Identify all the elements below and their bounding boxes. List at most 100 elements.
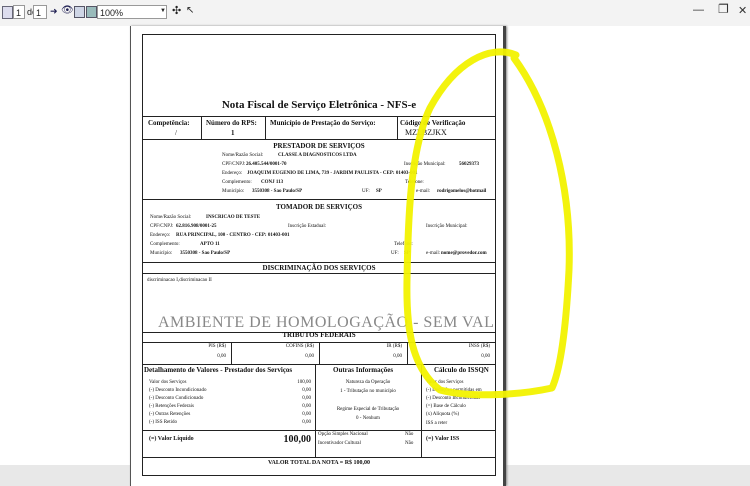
municipio-prestacao-label: Município de Prestação do Serviço: <box>270 119 376 127</box>
prestador-uf-label: UF: <box>362 189 370 194</box>
regime-value: 0 - Nenhum <box>356 416 380 421</box>
detalhamento-row-label: Valor dos Serviços <box>149 380 187 385</box>
tomador-cnpj: 62.816.908/0001-25 <box>176 224 217 229</box>
regime-label: Regime Especial de Tributação <box>336 407 400 412</box>
cofins-label: COFINS (R$) <box>285 344 314 349</box>
issqn-heading: Cálculo do ISSQN <box>434 366 489 374</box>
close-icon[interactable]: ✕ <box>738 4 747 17</box>
pan-tool-icon[interactable]: ✣ <box>172 4 181 18</box>
issqn-row: (x) Alíquota (%) <box>426 412 460 417</box>
select-tool-icon[interactable]: ↖ <box>186 5 194 19</box>
detalhamento-row-label: (-) ISS Retido <box>149 420 178 425</box>
discriminacao-heading: DISCRIMINAÇÃO DOS SERVIÇOS <box>262 264 376 272</box>
simples-label: Opção Simples Nacional <box>318 432 368 437</box>
incentivador-label: Incentivador Cultural <box>318 441 361 446</box>
incentivador-value: Não <box>405 441 414 446</box>
codigo-verificacao-label: Código de Verificação <box>400 119 466 127</box>
prestador-email: rodrigomelos@hotmail <box>437 189 487 194</box>
tomador-municipio: 3550308 - Sao Paulo/SP <box>180 251 231 256</box>
prestador-endereco: JOAQUIM EUGENIO DE LIMA, 739 - JARDIM PA… <box>247 171 418 176</box>
issqn-row: (=) Base de Cálculo <box>426 404 466 409</box>
prestador-municipio-label: Município: <box>222 189 245 194</box>
prestador-nome: CLASSE A DIAGNOSTICOS LTDA <box>278 153 357 158</box>
detalhamento-row-label: (-) Desconto Incondicionado <box>149 388 207 393</box>
valor-liquido-value: 100,00 <box>283 434 312 445</box>
competencia-label: Competência: <box>148 119 190 127</box>
issqn-row: (-) Deduções permitidas em <box>426 388 482 393</box>
save-icon[interactable] <box>86 6 97 18</box>
tomador-heading: TOMADOR DE SERVIÇOS <box>276 203 362 211</box>
page-number-input[interactable]: 1 <box>13 5 25 19</box>
minimize-icon[interactable]: — <box>693 4 704 16</box>
tomador-nome: INSCRICAO DE TESTE <box>206 215 261 220</box>
detalhamento-row-label: (-) Retenções Federais <box>149 404 194 409</box>
zoom-dropdown-icon[interactable]: ▼ <box>160 8 166 22</box>
competencia-value: / <box>175 129 177 137</box>
tomador-email: nome@provedor.com <box>441 251 487 256</box>
tomador-endereco-label: Endereço: <box>150 233 171 238</box>
tomador-email-label: e-mail: <box>426 251 441 256</box>
tomador-im-label: Inscrição Municipal: <box>426 224 468 229</box>
prestador-cnpj: 26.405.544/0001-70 <box>246 162 287 167</box>
prestador-endereco-label: Endereço: <box>222 171 243 176</box>
pis-value: 0,00 <box>217 354 226 359</box>
prestador-uf: SP <box>376 189 382 194</box>
prestador-complemento: CONJ 113 <box>261 180 284 185</box>
detalhamento-row-value: 0,00 <box>302 404 311 409</box>
tomador-telefone-label: Telefone: <box>394 242 413 247</box>
tomador-complemento: APTO 11 <box>200 242 220 247</box>
detalhamento-row-label: (-) Desconto Condicionado <box>149 396 204 401</box>
tributos-heading: TRIBUTOS FEDERAIS <box>282 331 356 339</box>
rps-label: Número do RPS: <box>206 119 257 127</box>
tomador-municipio-label: Município: <box>150 251 173 256</box>
codigo-verificacao-value: MZLBZJKX <box>405 128 447 137</box>
prestador-complemento-label: Complemento: <box>222 180 252 185</box>
valor-liquido-label: (=) Valor Líquido <box>149 436 194 442</box>
zoom-select[interactable]: 100% <box>97 5 167 19</box>
detalhamento-row-value: 0,00 <box>302 388 311 393</box>
detalhamento-heading: Detalhamento de Valores - Prestador dos … <box>144 366 293 374</box>
tomador-endereco: RUA PRINCIPAL, 100 - CENTRO - CEP: 01403… <box>176 233 290 238</box>
tomador-cnpj-label: CPF/CNPJ: <box>150 224 174 229</box>
detalhamento-row-value: 0,00 <box>302 412 311 417</box>
detalhamento-row-value: 0,00 <box>302 420 311 425</box>
cofins-value: 0,00 <box>305 354 314 359</box>
natureza-label: Natureza da Operação <box>345 380 391 385</box>
pis-label: PIS (R$) <box>208 344 226 349</box>
restore-icon[interactable]: ❐ <box>718 2 729 16</box>
outras-heading: Outras Informações <box>333 366 394 374</box>
prestador-cnpj-label: CPF/CNPJ: <box>222 162 246 167</box>
pdf-page: Nota Fiscal de Serviço Eletrônica - NFS-… <box>130 26 506 486</box>
simples-value: Não <box>405 432 414 437</box>
tomador-nome-label: Nome/Razão Social: <box>150 215 192 220</box>
nfse-document: Nota Fiscal de Serviço Eletrônica - NFS-… <box>142 34 496 476</box>
valor-total-label: VALOR TOTAL DA NOTA = R$ 100,00 <box>267 460 371 466</box>
issqn-row: Valor dos Serviços <box>426 380 464 385</box>
page-icon <box>2 6 13 19</box>
page-total-field: 1 <box>33 5 47 19</box>
rps-value: 1 <box>231 129 235 137</box>
prestador-municipio: 3550308 - Sao Paulo/SP <box>252 189 303 194</box>
valor-iss-label: (=) Valor ISS <box>426 436 460 442</box>
tomador-complemento-label: Complemento: <box>150 242 180 247</box>
prestador-nome-label: Nome/Razão Social: <box>222 153 264 158</box>
discriminacao-text: discriminacao I,discriminacao II <box>147 278 212 283</box>
prestador-telefone-label: Telefone: <box>405 180 424 185</box>
go-arrow-icon[interactable]: ➜ <box>50 6 58 20</box>
detalhamento-row-value: 100,00 <box>297 380 311 385</box>
detalhamento-row-value: 0,00 <box>302 396 311 401</box>
tomador-ie-label: Inscrição Estadual: <box>288 224 327 229</box>
detalhamento-row-label: (-) Outras Retenções <box>149 412 191 417</box>
prestador-im-label: Inscrição Municipal: <box>404 162 446 167</box>
inss-label: INSS (R$) <box>468 344 490 349</box>
document-title: Nota Fiscal de Serviço Eletrônica - NFS-… <box>221 99 417 111</box>
print-icon[interactable] <box>74 6 85 18</box>
issqn-row: ISS a reter <box>426 421 448 426</box>
natureza-value: 1 - Tributação no município <box>340 389 396 394</box>
ir-label: IR (R$) <box>386 344 402 349</box>
view-eye-icon[interactable]: 👁 <box>61 5 74 19</box>
tomador-uf-label: UF: <box>391 251 399 256</box>
prestador-heading: PRESTADOR DE SERVIÇOS <box>273 142 365 150</box>
issqn-row: (-) Desconto Incondicional <box>426 396 480 401</box>
prestador-im: 56029373 <box>459 162 479 167</box>
